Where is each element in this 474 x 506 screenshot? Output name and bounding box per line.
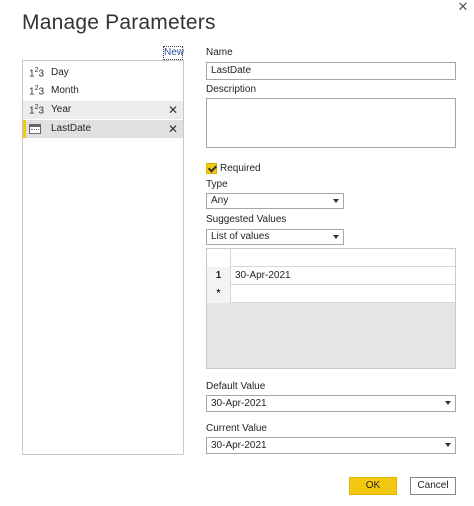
parameter-item-day[interactable]: 123 Day — [23, 64, 183, 82]
parameter-label: Month — [51, 85, 79, 96]
required-label: Required — [220, 163, 261, 174]
parameter-item-month[interactable]: 123 Month — [23, 82, 183, 100]
parameter-label: Day — [51, 67, 69, 78]
calendar-icon — [29, 124, 41, 134]
row-header: * — [207, 285, 231, 303]
parameter-label: LastDate — [51, 123, 92, 134]
parameter-list: 123 Day 123 Month 123 Year ✕ LastDate ✕ — [22, 60, 184, 455]
name-input[interactable]: LastDate — [206, 62, 456, 80]
description-label: Description — [206, 84, 257, 95]
name-label: Name — [206, 47, 233, 58]
grid-cell[interactable]: 30-Apr-2021 — [235, 267, 291, 284]
new-parameter-link[interactable]: New — [163, 46, 184, 60]
cancel-button[interactable]: Cancel — [410, 477, 456, 495]
parameter-item-year[interactable]: 123 Year ✕ — [23, 101, 183, 119]
table-row[interactable]: 1 30-Apr-2021 — [207, 267, 455, 285]
ok-button[interactable]: OK — [349, 477, 397, 495]
current-value: 30-Apr-2021 — [211, 440, 267, 451]
default-value-dropdown[interactable]: 30-Apr-2021 — [206, 395, 456, 412]
description-input[interactable] — [206, 98, 456, 148]
dialog-title: Manage Parameters — [22, 11, 216, 34]
current-value-dropdown[interactable]: 30-Apr-2021 — [206, 437, 456, 454]
type-value: Any — [211, 195, 229, 206]
suggested-values-label: Suggested Values — [206, 214, 287, 225]
type-dropdown[interactable]: Any — [206, 193, 344, 209]
values-grid: 1 30-Apr-2021 * — [206, 248, 456, 369]
default-value: 30-Apr-2021 — [211, 398, 267, 409]
chevron-down-icon — [333, 199, 339, 203]
grid-corner — [207, 249, 231, 267]
default-value-label: Default Value — [206, 381, 266, 392]
type-label: Type — [206, 179, 228, 190]
required-checkbox[interactable] — [206, 163, 217, 174]
delete-parameter-icon[interactable]: ✕ — [168, 120, 178, 138]
row-header: 1 — [207, 267, 231, 285]
number-type-icon: 123 — [29, 104, 45, 117]
current-value-label: Current Value — [206, 423, 267, 434]
close-icon[interactable]: ✕ — [456, 0, 470, 14]
chevron-down-icon — [445, 443, 451, 447]
chevron-down-icon — [445, 401, 451, 405]
suggested-values-dropdown[interactable]: List of values — [206, 229, 344, 245]
delete-parameter-icon[interactable]: ✕ — [168, 101, 178, 119]
parameter-item-lastdate[interactable]: LastDate ✕ — [23, 120, 183, 138]
table-row-new[interactable]: * — [207, 285, 455, 303]
chevron-down-icon — [333, 235, 339, 239]
grid-header — [207, 249, 455, 267]
suggested-values-value: List of values — [211, 231, 270, 242]
parameter-label: Year — [51, 104, 72, 115]
